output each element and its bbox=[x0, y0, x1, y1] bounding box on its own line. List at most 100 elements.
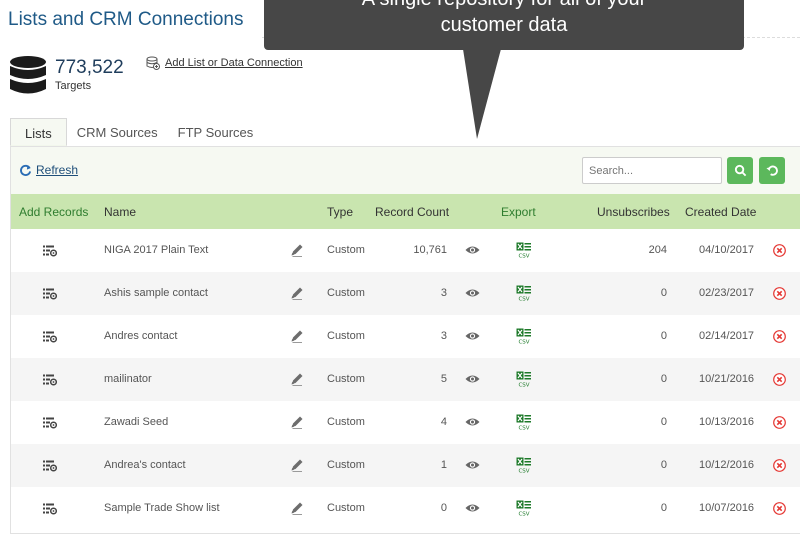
tab-bar: Lists CRM Sources FTP Sources bbox=[10, 118, 263, 146]
row-type: Custom bbox=[327, 459, 365, 471]
delete-icon[interactable] bbox=[773, 502, 786, 515]
row-unsubscribes: 0 bbox=[660, 459, 667, 471]
table-row: Ashis sample contact Custom 3 CSV 0 02/2… bbox=[11, 272, 800, 315]
row-record-count: 10,761 bbox=[413, 244, 447, 256]
eye-icon[interactable] bbox=[465, 331, 480, 341]
csv-export-icon[interactable]: CSV bbox=[516, 500, 532, 517]
delete-icon[interactable] bbox=[773, 244, 786, 257]
tab-lists[interactable]: Lists bbox=[10, 118, 67, 146]
csv-export-icon[interactable]: CSV bbox=[516, 371, 532, 388]
add-records-icon[interactable] bbox=[43, 374, 57, 386]
table-row: Zawadi Seed Custom 4 CSV 0 10/13/2016 bbox=[11, 401, 800, 444]
svg-text:CSV: CSV bbox=[518, 297, 529, 303]
row-type: Custom bbox=[327, 330, 365, 342]
toolbar: Refresh bbox=[11, 147, 800, 194]
csv-export-icon[interactable]: CSV bbox=[516, 285, 532, 302]
table-row: Andres contact Custom 3 CSV 0 02/14/2017 bbox=[11, 315, 800, 358]
add-list-label: Add List or Data Connection bbox=[165, 57, 303, 69]
row-created-date: 10/07/2016 bbox=[699, 502, 755, 514]
tooltip-line-1: A single repository for all of your bbox=[264, 0, 744, 12]
refresh-button[interactable]: Refresh bbox=[19, 163, 78, 177]
csv-export-icon[interactable]: CSV bbox=[516, 414, 532, 431]
undo-icon bbox=[765, 165, 778, 176]
svg-text:CSV: CSV bbox=[518, 426, 529, 432]
row-created-date: 04/10/2017 bbox=[699, 244, 755, 256]
csv-export-icon[interactable]: CSV bbox=[516, 328, 532, 345]
add-records-icon[interactable] bbox=[43, 331, 57, 343]
delete-icon[interactable] bbox=[773, 330, 786, 343]
col-record-count[interactable]: Record Count bbox=[375, 205, 449, 219]
svg-text:CSV: CSV bbox=[518, 340, 529, 346]
row-unsubscribes: 0 bbox=[660, 330, 667, 342]
delete-icon[interactable] bbox=[773, 287, 786, 300]
tooltip-line-2: customer data bbox=[440, 14, 568, 36]
table-header: Add Records Name Type Record Count Expor… bbox=[11, 194, 800, 229]
pencil-icon[interactable] bbox=[289, 414, 305, 430]
eye-icon[interactable] bbox=[465, 417, 480, 427]
row-name: Zawadi Seed bbox=[104, 416, 169, 428]
svg-text:CSV: CSV bbox=[518, 383, 529, 389]
targets-label: Targets bbox=[55, 80, 92, 92]
tab-ftp-sources[interactable]: FTP Sources bbox=[168, 118, 264, 146]
row-name: Andrea's contact bbox=[104, 459, 186, 471]
table-row: Sample Trade Show list Custom 0 CSV 0 10… bbox=[11, 487, 800, 530]
delete-icon[interactable] bbox=[773, 416, 786, 429]
pencil-icon[interactable] bbox=[289, 242, 305, 258]
add-list-link[interactable]: Add List or Data Connection bbox=[146, 56, 303, 70]
svg-text:CSV: CSV bbox=[518, 512, 529, 518]
row-created-date: 02/14/2017 bbox=[699, 330, 755, 342]
col-type[interactable]: Type bbox=[327, 205, 353, 219]
row-record-count: 3 bbox=[440, 330, 447, 342]
row-unsubscribes: 0 bbox=[660, 287, 667, 299]
table-row: NIGA 2017 Plain Text Custom 10,761 CSV 2… bbox=[11, 229, 800, 272]
eye-icon[interactable] bbox=[465, 374, 480, 384]
row-type: Custom bbox=[327, 416, 365, 428]
eye-icon[interactable] bbox=[465, 245, 480, 255]
pencil-icon[interactable] bbox=[289, 328, 305, 344]
eye-icon[interactable] bbox=[465, 288, 480, 298]
eye-icon[interactable] bbox=[465, 460, 480, 470]
col-created-date[interactable]: Created Date bbox=[685, 205, 756, 219]
pencil-icon[interactable] bbox=[289, 500, 305, 516]
row-created-date: 02/23/2017 bbox=[699, 287, 755, 299]
delete-icon[interactable] bbox=[773, 373, 786, 386]
row-record-count: 5 bbox=[440, 373, 447, 385]
pencil-icon[interactable] bbox=[289, 371, 305, 387]
add-records-icon[interactable] bbox=[43, 245, 57, 257]
svg-text:CSV: CSV bbox=[518, 254, 529, 260]
database-add-icon bbox=[146, 56, 160, 70]
table-row: mailinator Custom 5 CSV 0 10/21/2016 bbox=[11, 358, 800, 401]
lists-panel: Refresh Add Records Name Type Record Cou… bbox=[10, 146, 800, 534]
col-export: Export bbox=[501, 205, 536, 219]
svg-text:CSV: CSV bbox=[518, 469, 529, 475]
add-records-icon[interactable] bbox=[43, 503, 57, 515]
search-input[interactable] bbox=[582, 157, 722, 184]
pencil-icon[interactable] bbox=[289, 285, 305, 301]
col-unsubscribes[interactable]: Unsubscribes bbox=[597, 205, 670, 219]
row-created-date: 10/13/2016 bbox=[699, 416, 755, 428]
add-records-icon[interactable] bbox=[43, 460, 57, 472]
row-created-date: 10/12/2016 bbox=[699, 459, 755, 471]
tab-crm-sources[interactable]: CRM Sources bbox=[67, 118, 168, 146]
row-unsubscribes: 0 bbox=[660, 502, 667, 514]
row-name: NIGA 2017 Plain Text bbox=[104, 244, 209, 256]
add-records-icon[interactable] bbox=[43, 417, 57, 429]
search-button[interactable] bbox=[727, 157, 753, 184]
page-title: Lists and CRM Connections bbox=[8, 9, 244, 30]
row-type: Custom bbox=[327, 287, 365, 299]
row-name: Ashis sample contact bbox=[104, 287, 208, 299]
csv-export-icon[interactable]: CSV bbox=[516, 457, 532, 474]
col-add-records: Add Records bbox=[19, 205, 89, 219]
row-type: Custom bbox=[327, 502, 365, 514]
row-name: Sample Trade Show list bbox=[104, 502, 220, 514]
col-name[interactable]: Name bbox=[104, 205, 136, 219]
add-records-icon[interactable] bbox=[43, 288, 57, 300]
tooltip-pointer bbox=[463, 49, 501, 139]
row-type: Custom bbox=[327, 244, 365, 256]
csv-export-icon[interactable]: CSV bbox=[516, 242, 532, 259]
reset-button[interactable] bbox=[759, 157, 785, 184]
delete-icon[interactable] bbox=[773, 459, 786, 472]
eye-icon[interactable] bbox=[465, 503, 480, 513]
pencil-icon[interactable] bbox=[289, 457, 305, 473]
row-name: Andres contact bbox=[104, 330, 178, 342]
